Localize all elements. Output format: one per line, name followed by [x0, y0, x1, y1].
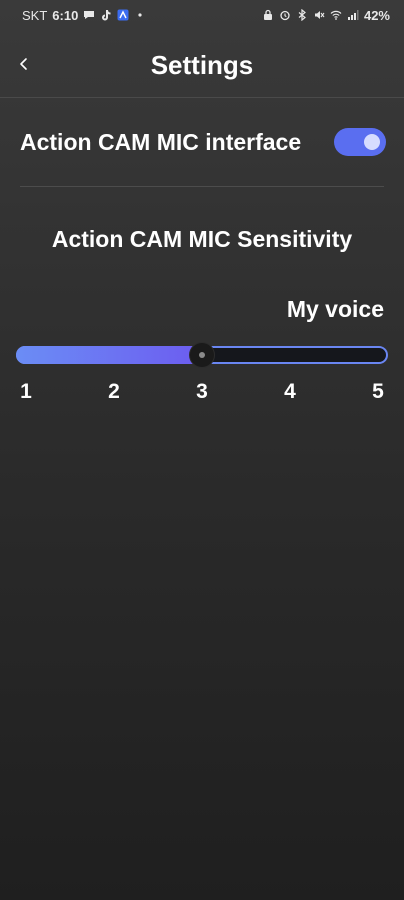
- dot-icon: [134, 9, 146, 21]
- signal-icon: [347, 9, 359, 21]
- battery-level: 42%: [363, 7, 390, 23]
- toggle-knob: [364, 134, 380, 150]
- interface-toggle[interactable]: [334, 128, 386, 156]
- lock-icon: [262, 9, 274, 21]
- app-header: Settings: [0, 34, 404, 98]
- status-bar: SKT 6:10 42%: [0, 0, 404, 30]
- tick-label: 3: [196, 380, 208, 403]
- page-title: Settings: [150, 50, 254, 80]
- slider-fill: [16, 346, 202, 364]
- status-left: SKT 6:10: [22, 8, 146, 23]
- sensitivity-title: Action CAM MIC Sensitivity: [51, 226, 353, 252]
- chat-icon: [83, 9, 95, 21]
- slider-thumb-dot: [199, 352, 205, 358]
- sensitivity-slider[interactable]: [16, 343, 388, 367]
- tick-label: 4: [284, 380, 296, 403]
- status-right: 42%: [262, 8, 390, 23]
- mute-icon: [313, 9, 325, 21]
- carrier-label: SKT: [22, 7, 48, 23]
- tiktok-icon: [100, 9, 112, 21]
- slider-thumb[interactable]: [190, 343, 214, 367]
- alarm-icon: [279, 9, 291, 21]
- clock: 6:10: [52, 7, 79, 23]
- divider: [20, 186, 384, 187]
- slider-tick-labels: 1 2 3 4 5: [0, 380, 404, 404]
- app-icon: [117, 9, 129, 21]
- sensitivity-value-label: My voice: [286, 296, 384, 322]
- bluetooth-icon: [296, 9, 308, 21]
- tick-label: 5: [372, 380, 384, 403]
- interface-setting-row: Action CAM MIC interface: [20, 120, 386, 164]
- tick-label: 1: [20, 380, 32, 403]
- interface-label: Action CAM MIC interface: [20, 128, 302, 155]
- wifi-icon: [330, 9, 342, 21]
- tick-label: 2: [108, 380, 120, 403]
